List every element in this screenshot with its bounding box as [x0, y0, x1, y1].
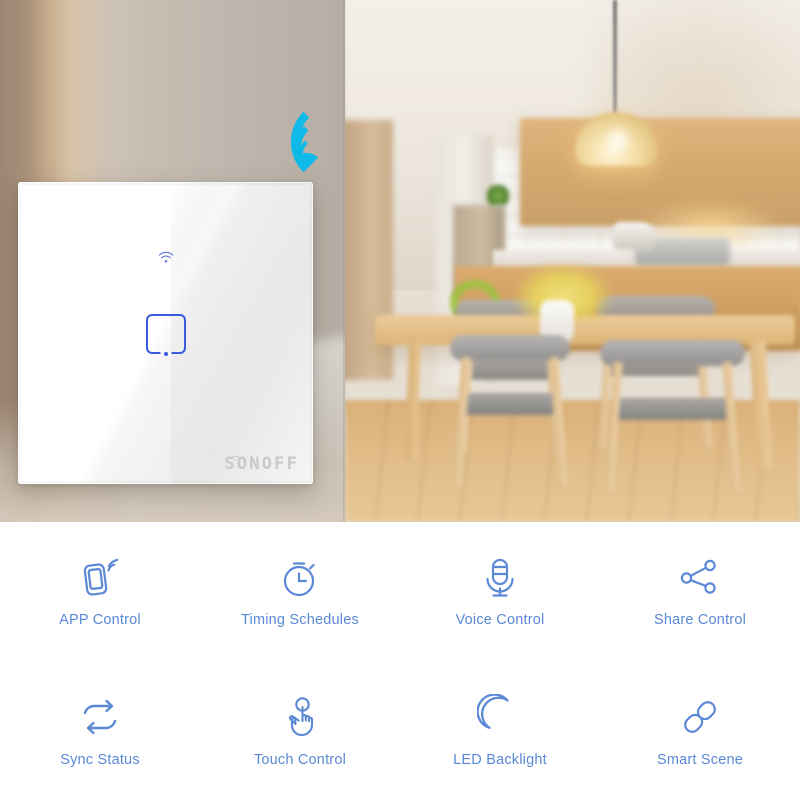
sonoff-logo-wifi-dot-icon — [231, 447, 240, 462]
switch-wifi-indicator-icon — [157, 250, 175, 264]
feature-voice-control[interactable]: Voice Control — [400, 522, 600, 661]
touch-pad-button[interactable] — [145, 314, 186, 356]
photo-plant — [487, 185, 509, 205]
feature-timing-schedules[interactable]: Timing Schedules — [200, 522, 400, 661]
photo-chair-near-left — [450, 335, 570, 495]
photo-pendant-cord — [613, 0, 617, 115]
feature-touch-control[interactable]: Touch Control — [200, 661, 400, 800]
feature-led-backlight[interactable]: LED Backlight — [400, 661, 600, 800]
feature-grid: APP Control Timing Schedules Voice Contr… — [0, 522, 800, 800]
chain-link-icon — [677, 694, 723, 740]
feature-label: Sync Status — [60, 751, 140, 768]
feature-label: Share Control — [653, 612, 747, 628]
photo-seam — [343, 0, 347, 522]
hand-tap-icon — [277, 694, 323, 740]
sonoff-logo: SONOFF — [224, 454, 299, 474]
photo-kitchen-scene — [345, 0, 800, 522]
feature-sync-status[interactable]: Sync Status — [0, 661, 200, 800]
status-led-indicator — [163, 351, 168, 356]
feature-label: Voice Control — [455, 612, 545, 628]
phone-wifi-icon — [77, 555, 123, 601]
feature-label: Smart Scene — [656, 751, 743, 768]
stopwatch-icon — [277, 555, 323, 601]
product-feature-page: SONOFF APP Control Timing Schedules Voic… — [0, 0, 800, 800]
feature-label: Touch Control — [253, 751, 347, 768]
sonoff-wall-switch[interactable]: SONOFF — [18, 182, 313, 484]
feature-app-control[interactable]: APP Control — [0, 522, 200, 661]
feature-label: Timing Schedules — [241, 612, 359, 628]
feature-label: APP Control — [59, 612, 141, 628]
feature-label: LED Backlight — [453, 751, 547, 768]
photo-lamp-light — [603, 124, 633, 156]
photo-chair-near-right — [600, 340, 745, 505]
share-nodes-icon — [677, 555, 723, 601]
sync-arrows-icon — [77, 694, 123, 740]
hero-photo: SONOFF — [0, 0, 800, 522]
feature-share-control[interactable]: Share Control — [600, 522, 800, 661]
microphone-icon — [477, 555, 523, 601]
feature-smart-scene[interactable]: Smart Scene — [600, 661, 800, 800]
switch-glass-reflection — [171, 182, 313, 484]
crescent-moon-icon — [476, 692, 523, 740]
photo-kettle — [613, 222, 655, 250]
